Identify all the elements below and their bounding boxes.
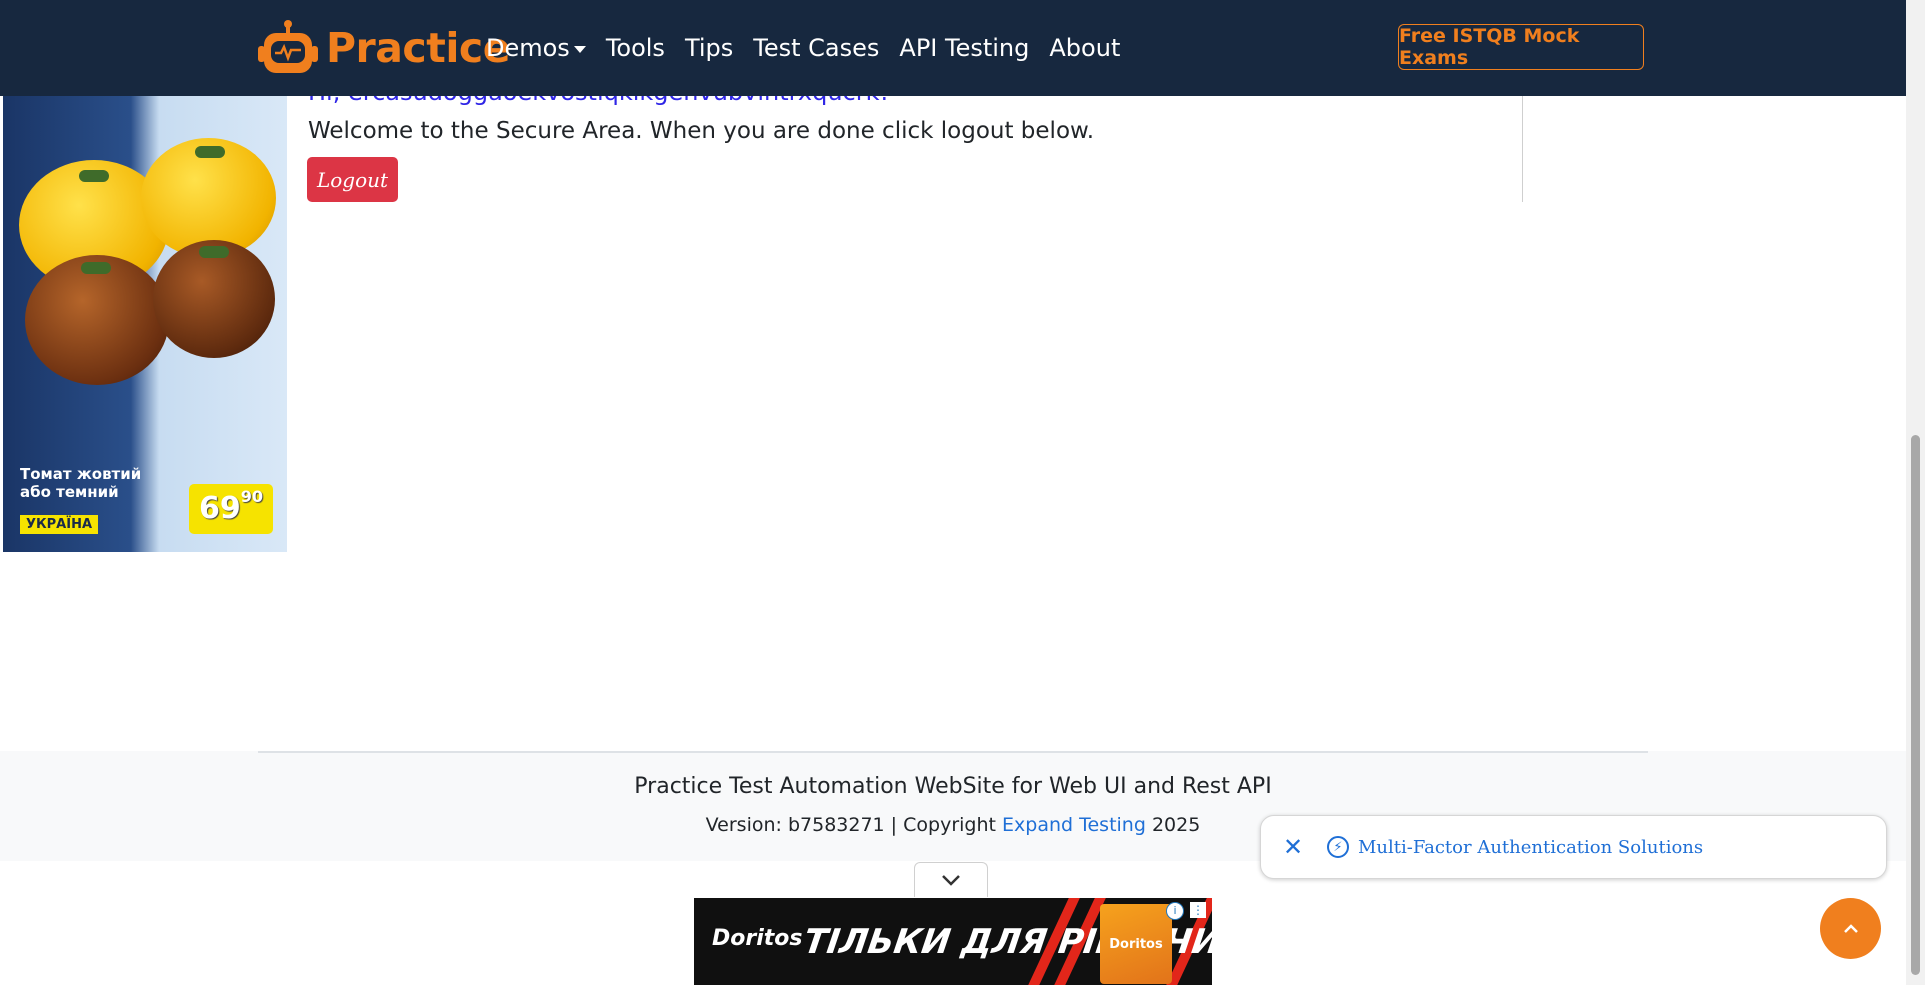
ad-price-cents: 90 — [240, 487, 263, 506]
footer-title: Practice Test Automation WebSite for Web… — [634, 774, 1272, 799]
ad-brand-logo: Doritos — [712, 926, 803, 951]
page-scrollbar[interactable] — [1906, 0, 1925, 985]
tomato-stem — [79, 170, 109, 182]
robot-logo-icon — [258, 20, 318, 73]
brand-name: Practice — [326, 24, 511, 72]
brand-logo-link[interactable]: Practice — [258, 18, 511, 78]
chips-bag-image: Doritos — [1100, 904, 1172, 984]
ad-collapse-toggle[interactable] — [914, 862, 988, 897]
dark-tomato-image — [25, 255, 169, 385]
scrollbar-thumb[interactable] — [1911, 435, 1920, 975]
logout-button[interactable]: Logout — [307, 157, 398, 202]
nav-links: Demos Tools Tips Test Cases API Testing … — [486, 26, 1140, 70]
nav-about[interactable]: About — [1049, 26, 1120, 70]
bottom-banner-ad[interactable]: Doritos ТІЛЬКИ ДЛЯ РІШУЧИХ Doritos i ⋮ — [694, 898, 1212, 985]
ad-caption: Томат жовтий або темний — [20, 465, 141, 501]
copyright-year: 2025 — [1145, 814, 1201, 836]
mfa-solutions-link[interactable]: Multi-Factor Authentication Solutions — [1358, 837, 1703, 858]
tomato-stem — [81, 262, 111, 274]
ad-country-badge: УКРАЇНА — [20, 515, 99, 534]
caret-down-icon — [573, 45, 586, 53]
ad-caption-line: або темний — [20, 483, 119, 501]
chevron-down-icon — [942, 875, 960, 886]
ad-menu-icon[interactable]: ⋮ — [1190, 902, 1206, 918]
close-icon[interactable]: ✕ — [1281, 835, 1305, 859]
ad-price-tag: 69 90 — [189, 484, 273, 534]
top-navbar: Practice Demos Tools Tips Test Cases API… — [0, 0, 1906, 96]
nav-demos-dropdown[interactable]: Demos — [486, 26, 586, 70]
tomato-stem — [195, 146, 225, 158]
ad-caption-line: Томат жовтий — [20, 465, 142, 483]
expand-testing-link[interactable]: Expand Testing — [1002, 814, 1146, 836]
version-text: Version: b7583271 | Copyright — [705, 814, 1003, 836]
ad-info-icon[interactable]: i — [1166, 902, 1184, 920]
nav-demos-label: Demos — [486, 34, 570, 62]
mfa-promo-popup: ✕ ⚡ Multi-Factor Authentication Solution… — [1260, 815, 1887, 879]
secure-area-panel: Hi, ercasudoggaoekvostiqkikgenvubvintrxq… — [288, 78, 1523, 202]
lightning-bolt-icon: ⚡ — [1327, 836, 1349, 858]
nav-tools[interactable]: Tools — [606, 26, 665, 70]
nav-tips[interactable]: Tips — [685, 26, 733, 70]
istqb-mock-exams-button[interactable]: Free ISTQB Mock Exams — [1398, 24, 1644, 70]
tomato-stem — [199, 246, 229, 258]
footer-divider — [258, 751, 1648, 753]
nav-api-testing[interactable]: API Testing — [899, 26, 1029, 70]
nav-test-cases[interactable]: Test Cases — [753, 26, 879, 70]
ad-price-main: 69 — [198, 491, 241, 526]
scroll-to-top-button[interactable] — [1820, 898, 1881, 959]
welcome-message: Welcome to the Secure Area. When you are… — [308, 118, 1095, 144]
chevron-up-icon — [1843, 923, 1858, 933]
